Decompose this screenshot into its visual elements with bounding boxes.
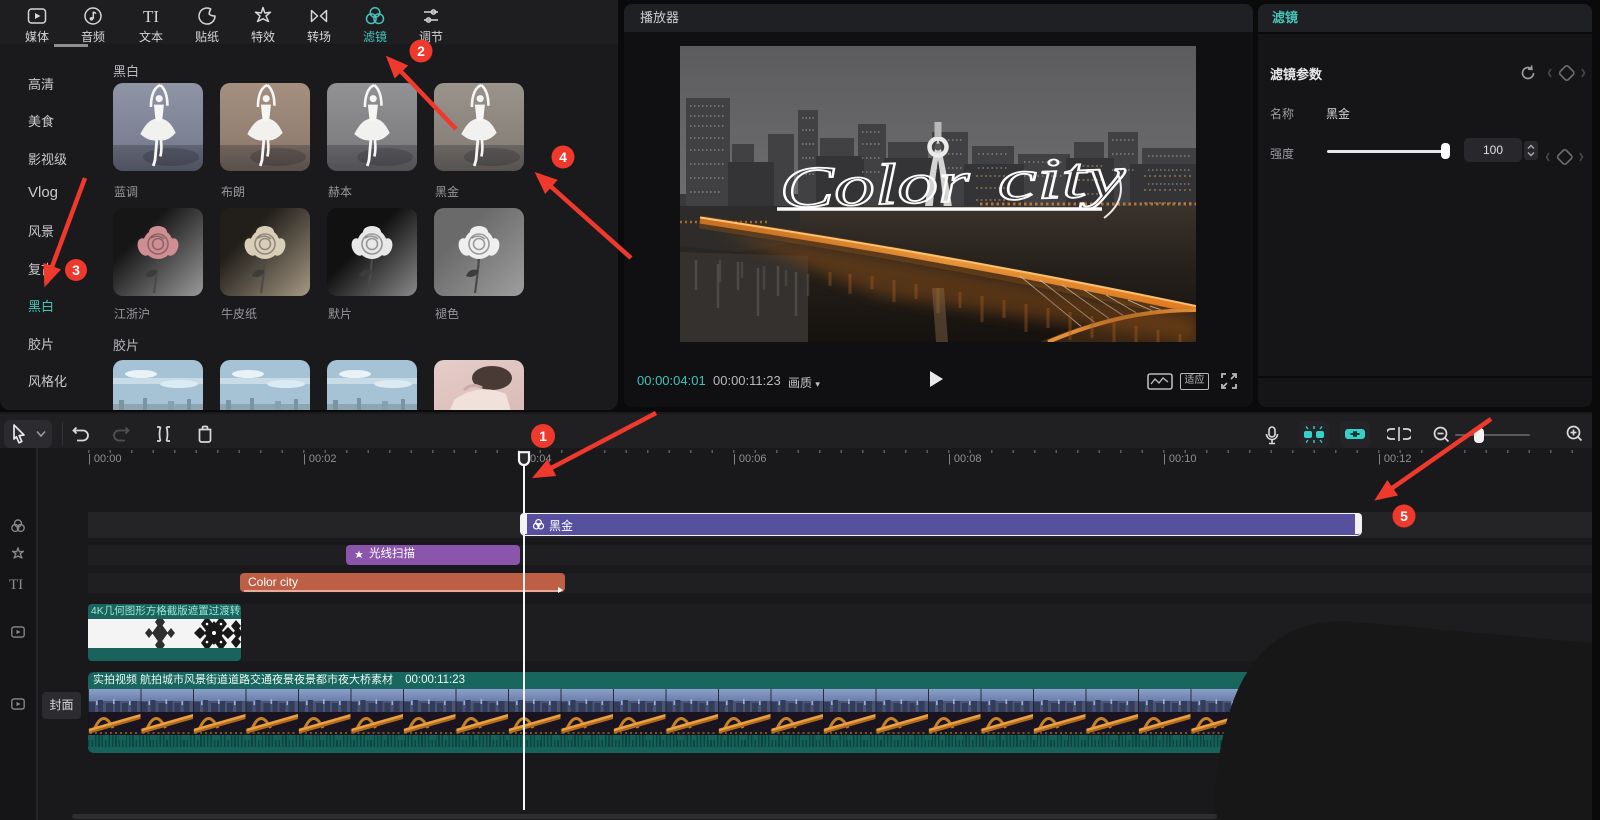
svg-text:TI: TI bbox=[143, 7, 159, 26]
svg-text:city: city bbox=[996, 143, 1127, 212]
